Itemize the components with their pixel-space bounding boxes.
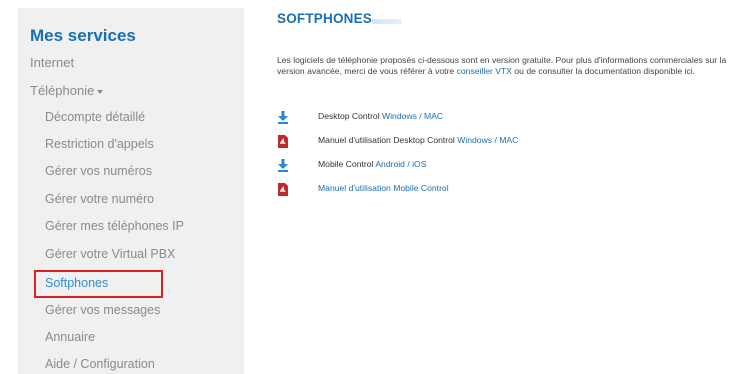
download-prefix: Manuel d'utilisation Desktop Control [318, 135, 458, 145]
intro-text: Les logiciels de téléphonie proposés ci-… [277, 55, 735, 76]
download-label: Manuel d'utilisation Desktop Control Win… [318, 135, 518, 145]
sidebar-item-virtual-pbx[interactable]: Gérer votre Virtual PBX [45, 247, 175, 261]
sidebar-title: Mes services [30, 26, 136, 45]
sidebar-item-aide[interactable]: Aide / Configuration [45, 357, 155, 371]
download-icon[interactable] [277, 158, 289, 172]
sidebar-item-label: Gérer votre Virtual PBX [45, 247, 176, 261]
sidebar-item-label: Décompte détaillé [45, 110, 146, 124]
sidebar-item-label: Annuaire [45, 330, 96, 344]
sidebar-item-numeros[interactable]: Gérer vos numéros [45, 164, 152, 178]
download-label: Manuel d'utilisation Mobile Control [318, 183, 449, 193]
download-link[interactable]: Manuel d'utilisation Mobile Control [318, 183, 449, 193]
sidebar-item-label: Gérer votre numéro [45, 192, 155, 206]
sidebar: Mes services Internet Téléphonie Décompt… [18, 8, 244, 374]
sidebar-item-decompte[interactable]: Décompte détaillé [45, 110, 145, 124]
sidebar-item-annuaire[interactable]: Annuaire [45, 330, 95, 344]
sidebar-item-numero[interactable]: Gérer votre numéro [45, 192, 154, 206]
intro-part2: ou de consulter la documentation disponi… [512, 65, 695, 76]
download-row: Manuel d'utilisation Mobile Control [277, 181, 449, 197]
highlight-box [34, 270, 163, 298]
download-label: Mobile Control Android / iOS [318, 159, 426, 169]
page-title: SOFTPHONES [277, 11, 373, 26]
sidebar-item-messages[interactable]: Gérer vos messages [45, 303, 160, 317]
sidebar-item-restriction[interactable]: Restriction d'appels [45, 137, 154, 151]
download-row: Mobile Control Android / iOS [277, 157, 426, 173]
pdf-icon[interactable] [277, 134, 289, 148]
sidebar-item-telephonie[interactable]: Téléphonie [30, 83, 104, 98]
sidebar-item-label: Restriction d'appels [45, 137, 154, 151]
download-prefix: Desktop Control [318, 111, 383, 121]
sidebar-item-label: Internet [30, 55, 75, 70]
sidebar-item-internet[interactable]: Internet [30, 55, 74, 70]
download-link[interactable]: Windows / MAC [382, 111, 443, 121]
download-icon[interactable] [277, 110, 289, 124]
download-row: Desktop Control Windows / MAC [277, 109, 443, 125]
download-row: Manuel d'utilisation Desktop Control Win… [277, 133, 518, 149]
sidebar-item-label: Gérer mes téléphones IP [45, 219, 184, 233]
download-prefix: Mobile Control [318, 159, 376, 169]
sidebar-item-label: Aide / Configuration [45, 357, 155, 371]
sidebar-item-telephones-ip[interactable]: Gérer mes téléphones IP [45, 219, 184, 233]
sidebar-item-label: Gérer vos messages [45, 303, 161, 317]
sidebar-item-label: Téléphonie [30, 83, 95, 98]
download-link[interactable]: Windows / MAC [457, 135, 518, 145]
advisor-link[interactable]: conseiller VTX [457, 66, 512, 76]
caret-down-icon [97, 89, 104, 94]
download-label: Desktop Control Windows / MAC [318, 111, 443, 121]
sidebar-item-label: Gérer vos numéros [45, 164, 152, 178]
pdf-icon[interactable] [277, 182, 289, 196]
download-link[interactable]: Android / iOS [375, 159, 426, 169]
title-decoration [372, 19, 402, 24]
